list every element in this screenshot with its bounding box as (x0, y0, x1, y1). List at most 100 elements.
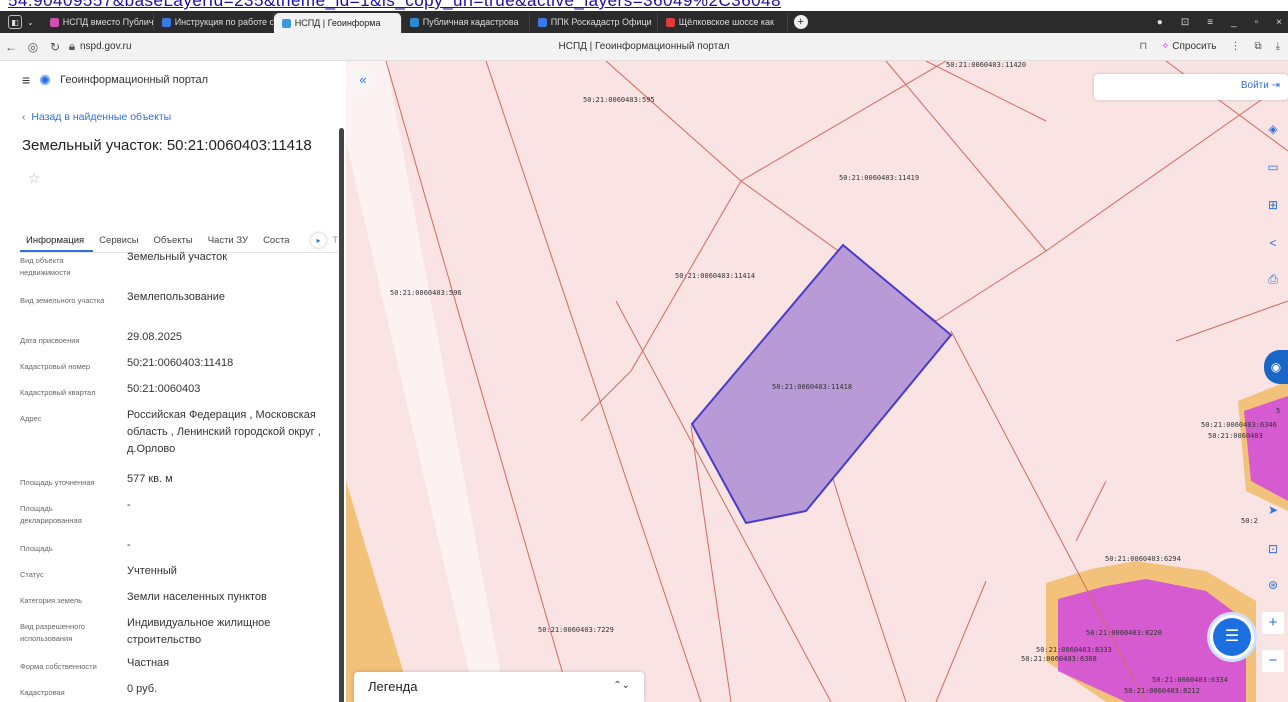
tab-label: Щёлковское шоссе как (678, 17, 774, 27)
parcel-label[interactable]: 50:21:0060403:6368 (1021, 655, 1097, 663)
property-label: Вид объекта недвижимости (20, 256, 71, 277)
reload-icon[interactable]: ↻ (44, 40, 66, 54)
parcel-label[interactable]: 50:21:0060403:7229 (538, 626, 614, 634)
more-icon[interactable]: ⋮ (1230, 41, 1240, 52)
account-icon[interactable]: ● (1157, 17, 1163, 28)
parcel-label[interactable]: 50:21:0060403:11420 (946, 61, 1026, 69)
tab-favicon-icon (537, 17, 547, 27)
browser-tab[interactable]: НСПД вместо Публично (42, 13, 154, 31)
property-value: Землепользование (127, 291, 226, 303)
property-value: Земли населенных пунктов (127, 591, 267, 603)
chat-button[interactable]: ☰ (1213, 618, 1251, 656)
property-label: Площадь (20, 544, 53, 553)
window-controls: ● ⊡ ≡ _ ▫ × (1157, 11, 1282, 33)
tab-favicon-icon (281, 18, 291, 28)
parcel-label[interactable]: 50:21:0060403:11419 (839, 174, 919, 182)
legend-panel[interactable]: Легенда ⌃⌄ (354, 672, 644, 702)
favorite-star-icon[interactable]: ☆ (28, 170, 41, 187)
ruler-icon[interactable]: ▭ (1262, 156, 1284, 178)
property-value: - (127, 499, 131, 511)
property-label: Кадастровая (20, 688, 65, 697)
parcel-label[interactable]: 50:21:0060403:11418 (772, 383, 852, 391)
browser-menu-icon[interactable]: ◧ (8, 15, 22, 29)
parcel-label[interactable]: 50:21:0060403:596 (390, 289, 462, 297)
menu-icon[interactable]: ≡ (1207, 17, 1213, 28)
parcel-label[interactable]: 50:21:0060403:6346 (1201, 421, 1277, 429)
minimize-icon[interactable]: _ (1231, 17, 1237, 28)
back-arrow-icon[interactable]: ← (0, 40, 22, 54)
property-value: 29.08.2025 (127, 331, 183, 343)
tab-bar-controls: ◧ ⌄ (0, 15, 42, 29)
back-to-results-link[interactable]: ‹ Назад в найденные объекты (22, 111, 171, 123)
collapse-sidebar-button[interactable]: « (351, 70, 375, 90)
tab-label: НСПД | Геоинформа (294, 18, 381, 28)
parcel-label[interactable]: 50:21:0060403:8333 (1036, 646, 1112, 654)
close-icon[interactable]: × (1276, 17, 1282, 28)
browser-nav-bar: ← ◎ ↻ 🔒︎ nspd.gov.ru НСПД | Геоинформаци… (0, 33, 1288, 61)
compare-icon[interactable]: ⊞ (1262, 194, 1284, 216)
frame-icon[interactable]: ⊡ (1262, 538, 1284, 560)
property-value: Индивидуальное жилищное строительство (127, 617, 271, 646)
tab-label: НСПД вместо Публично (62, 17, 154, 27)
layers-icon[interactable]: ◈ (1262, 118, 1284, 140)
bookmark-icon[interactable]: ⊓ (1139, 41, 1147, 52)
browser-tab[interactable]: Инструкция по работе с (154, 13, 274, 31)
parcel-label[interactable]: 50:21:0060403:11414 (675, 272, 755, 280)
legend-label: Легенда (368, 679, 418, 694)
zoom-in-button[interactable]: + (1262, 612, 1284, 634)
sidebar-scrollbar[interactable] (339, 128, 344, 702)
print-icon[interactable]: ⎙ (1262, 268, 1284, 290)
property-label: Площадь декларированная (20, 504, 82, 525)
property-label: Вид земельного участка (20, 296, 105, 305)
property-value: Частная (127, 657, 170, 669)
map-canvas[interactable]: 50:21:0060403:11420 50:21:0060403:595 50:2… (346, 61, 1288, 702)
parcel-label[interactable]: 5 (1276, 407, 1280, 415)
map-view[interactable]: 50:21:0060403:11420 50:21:0060403:595 50:2… (346, 61, 1288, 702)
assistant-button[interactable]: ◉ (1264, 350, 1288, 384)
browser-tab[interactable]: ППК Роскадастр Офици (530, 13, 658, 31)
parcel-label[interactable]: 50:21:0060403:8212 (1124, 687, 1200, 695)
ask-button[interactable]: ✧ Спросить (1161, 41, 1216, 52)
parcel-label[interactable]: 50:21:0060403:6334 (1152, 676, 1228, 684)
parcel-label[interactable]: 50:21:0060403 (1208, 432, 1263, 440)
tabs-scroll-right-icon[interactable]: ▸ (311, 233, 326, 248)
share-icon[interactable]: < (1262, 232, 1284, 254)
parcel-label[interactable]: 50:2 (1241, 517, 1258, 525)
parcel-label[interactable]: 50:21:0060403:8220 (1086, 629, 1162, 637)
tab-favicon-icon (409, 17, 419, 27)
hamburger-menu-icon[interactable]: ≡ (22, 72, 30, 88)
locate-icon[interactable]: ➤ (1262, 499, 1284, 521)
lock-icon: 🔒︎ (68, 39, 76, 53)
parcel-label[interactable]: 50:21:0060403:6294 (1105, 555, 1181, 563)
app-title: Геоинформационный портал (60, 74, 209, 86)
browser-tab[interactable]: Публичная кадастрова (402, 13, 530, 31)
parcel-title: Земельный участок: 50:21:0060403:11418 (22, 137, 312, 154)
maximize-icon[interactable]: ▫ (1255, 17, 1259, 28)
property-label: Вид разрешенного использования (20, 622, 86, 643)
bookmarks-icon[interactable]: ⊡ (1181, 17, 1189, 28)
browser-tab[interactable]: НСПД | Геоинформа (273, 13, 402, 33)
address-bar[interactable]: nspd.gov.ru (80, 41, 132, 52)
new-tab-button[interactable]: + (793, 15, 808, 29)
property-value: 50:21:0060403:11418 (127, 357, 234, 369)
zoom-out-button[interactable]: − (1262, 650, 1284, 672)
tab-favicon-icon (49, 17, 59, 27)
download-icon[interactable]: ⤓ (1276, 41, 1280, 52)
login-icon: ⇥ (1271, 80, 1280, 91)
browser-tab-bar: ◧ ⌄ НСПД вместо Публично Инструкция по ра… (0, 11, 1288, 33)
property-label: Кадастровый квартал (20, 388, 96, 397)
property-label: Площадь уточненная (20, 478, 95, 487)
browser-tab[interactable]: Щёлковское шоссе как (658, 13, 788, 31)
portal-logo-icon (40, 75, 51, 85)
legend-toggle-icon[interactable]: ⌃⌄ (613, 680, 630, 691)
property-label: Адрес (20, 414, 42, 423)
chevron-down-icon[interactable]: ⌄ (27, 18, 34, 27)
info-tab[interactable]: Информация (20, 231, 94, 252)
geo-icon[interactable]: ⊛ (1262, 574, 1284, 596)
reader-icon[interactable]: ⧉ (1254, 41, 1261, 52)
tab-label: Публичная кадастрова (422, 17, 519, 27)
parcel-label[interactable]: 50:21:0060403:595 (583, 96, 655, 104)
tab-cut-label: Т (332, 235, 339, 245)
protect-icon[interactable]: ◎ (22, 40, 44, 54)
login-button[interactable]: Войти ⇥ (1094, 74, 1288, 100)
